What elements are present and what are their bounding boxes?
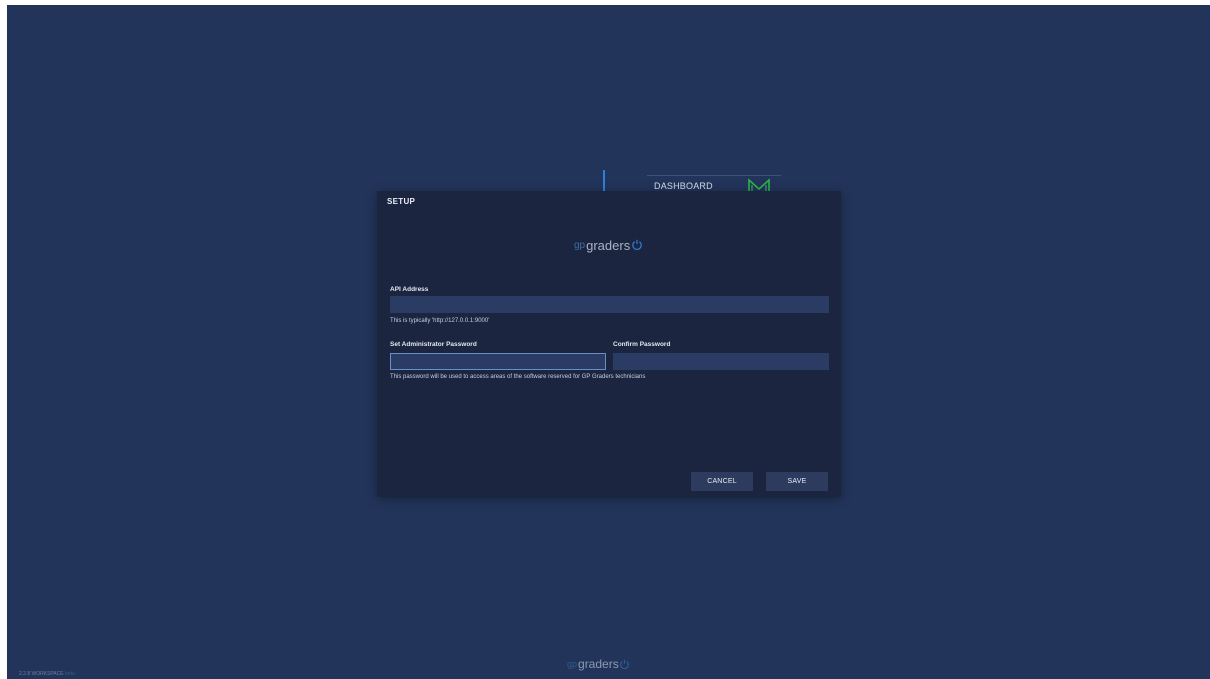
dashboard-nav-label[interactable]: DASHBOARD <box>654 181 713 191</box>
app-window: DASHBOARD SETUP gp graders API Address T… <box>7 5 1210 679</box>
background-nav-line <box>647 175 781 176</box>
dialog-title: SETUP <box>387 197 416 206</box>
footer-logo-prefix: gp <box>567 659 578 669</box>
gp-graders-logo: gp graders <box>574 235 643 255</box>
version-suffix: beta <box>65 671 75 677</box>
logo-prefix: gp <box>574 239 586 251</box>
confirm-password-input[interactable] <box>613 353 829 370</box>
power-icon <box>632 239 642 250</box>
setup-dialog: SETUP gp graders API Address This is typ… <box>377 191 841 497</box>
version-label: 2.2.8 WORKSPACE beta <box>19 671 75 677</box>
admin-password-input[interactable] <box>390 353 606 370</box>
power-icon <box>619 659 629 669</box>
footer-gp-graders-logo: gp graders <box>567 656 630 672</box>
api-address-hint: This is typically 'http://127.0.0.1:9000… <box>390 318 490 324</box>
api-address-input[interactable] <box>390 296 829 313</box>
confirm-password-label: Confirm Password <box>613 341 671 348</box>
cancel-button[interactable]: CANCEL <box>691 472 753 491</box>
footer-logo-text: graders <box>578 657 619 671</box>
api-address-label: API Address <box>390 286 429 293</box>
password-hint: This password will be used to access are… <box>390 374 646 380</box>
version-text: 2.2.8 WORKSPACE <box>19 671 64 677</box>
admin-password-label: Set Administrator Password <box>390 341 477 348</box>
logo-text: graders <box>586 237 631 253</box>
save-button[interactable]: SAVE <box>766 472 828 491</box>
